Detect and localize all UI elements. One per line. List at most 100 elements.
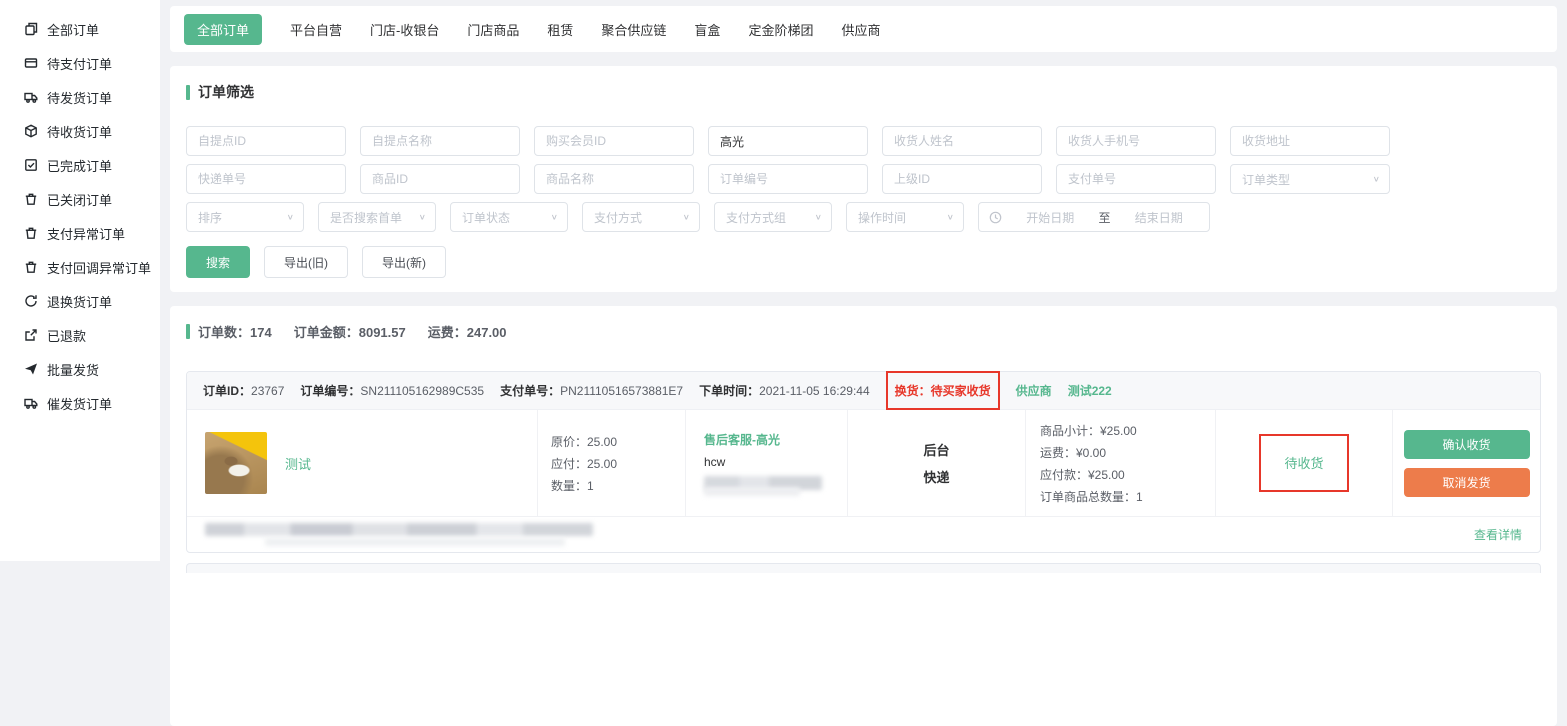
receiver-name-input[interactable]: [882, 126, 1042, 156]
member-id-input[interactable]: [534, 126, 694, 156]
sidebar-item-pending-shipment[interactable]: 待发货订单: [0, 80, 160, 114]
confirm-receipt-button[interactable]: 确认收货: [1404, 430, 1530, 459]
order-count-value: 174: [250, 325, 272, 340]
pending-shipment-truck-icon: [24, 90, 38, 104]
pay-no-field: 支付单号：PN21110516573881E7: [500, 382, 683, 399]
tracking-no-input[interactable]: [186, 164, 346, 194]
completed-check-icon: [24, 158, 38, 172]
service-column: 售后客服-高光 hcw: [685, 410, 847, 516]
view-detail-link[interactable]: 查看详情: [1474, 526, 1522, 543]
redacted-address-line: [205, 523, 593, 536]
tab-platform-self[interactable]: 平台自营: [290, 20, 342, 39]
sidebar-item-label: 已退款: [47, 326, 86, 345]
first-order-select[interactable]: 是否搜索首单 ∨: [318, 202, 436, 232]
sidebar-item-label: 已完成订单: [47, 156, 112, 175]
sidebar-item-pending-payment[interactable]: 待支付订单: [0, 46, 160, 80]
tab-all-orders[interactable]: 全部订单: [184, 14, 262, 45]
parent-id-input[interactable]: [882, 164, 1042, 194]
chevron-down-icon: ∨: [683, 213, 690, 222]
section-accent-bar: [186, 324, 190, 339]
sidebar-item-refunded[interactable]: 已退款: [0, 318, 160, 352]
order-id-field: 订单ID：23767: [203, 382, 284, 399]
sidebar-item-label: 退换货订单: [47, 292, 112, 311]
amount-value: 8091.57: [359, 325, 406, 340]
tab-lease[interactable]: 租赁: [547, 20, 573, 39]
sort-select[interactable]: 排序 ∨: [186, 202, 304, 232]
sidebar-item-closed[interactable]: 已关闭订单: [0, 182, 160, 216]
service-agent-title: 售后客服-高光: [704, 431, 847, 448]
return-refresh-icon: [24, 294, 38, 308]
total-quantity: 订单商品总数量：1: [1040, 488, 1215, 505]
next-order-card-edge: [186, 563, 1541, 573]
pay-no-label: 支付单号：: [500, 384, 560, 398]
redacted-address-blur: [205, 523, 593, 546]
sidebar-item-payment-error[interactable]: 支付异常订单: [0, 216, 160, 250]
product-id-input[interactable]: [360, 164, 520, 194]
sidebar-item-pending-receipt[interactable]: 待收货订单: [0, 114, 160, 148]
sidebar-item-callback-error[interactable]: 支付回调异常订单: [0, 250, 160, 284]
quantity: 数量：1: [551, 477, 685, 494]
receiver-address-input[interactable]: [1230, 126, 1390, 156]
summary-freight: 运费：247.00: [428, 322, 507, 341]
date-end-placeholder: 结束日期: [1119, 209, 1200, 226]
sidebar-item-label: 待支付订单: [47, 54, 112, 73]
filter-row-2: 订单类型 ∨: [186, 164, 1541, 194]
order-status-badge: 待收货: [1284, 456, 1323, 471]
section-accent-bar: [186, 85, 190, 100]
tab-blind-box[interactable]: 盲盒: [694, 20, 720, 39]
pickup-name-input[interactable]: [360, 126, 520, 156]
date-range-picker[interactable]: 开始日期 至 结束日期: [978, 202, 1210, 232]
sidebar-item-label: 已关闭订单: [47, 190, 112, 209]
first-order-select-label: 是否搜索首单: [330, 209, 402, 226]
pay-method-select[interactable]: 支付方式 ∨: [582, 202, 700, 232]
cancel-shipment-button[interactable]: 取消发货: [1404, 468, 1530, 497]
member-keyword-input[interactable]: [708, 126, 868, 156]
op-time-select[interactable]: 操作时间 ∨: [846, 202, 964, 232]
order-no-value: SN211105162989C535: [360, 384, 484, 398]
tab-supplier[interactable]: 供应商: [841, 20, 880, 39]
batch-send-plane-icon: [24, 362, 38, 376]
filter-row-3: 排序 ∨ 是否搜索首单 ∨ 订单状态 ∨ 支付方式 ∨ 支付方式组 ∨ 操作时间…: [186, 202, 1541, 232]
export-new-button[interactable]: 导出(新): [362, 246, 446, 278]
exchange-status-text: 换货：待买家收货: [895, 382, 991, 399]
product-name-input[interactable]: [534, 164, 694, 194]
sidebar-item-label: 待发货订单: [47, 88, 112, 107]
amount-label: 订单金额：: [294, 325, 359, 340]
tab-store-goods[interactable]: 门店商品: [467, 20, 519, 39]
sidebar-item-label: 催发货订单: [47, 394, 112, 413]
pay-method-group-select-label: 支付方式组: [726, 209, 786, 226]
export-old-button[interactable]: 导出(旧): [264, 246, 348, 278]
receiver-phone-input[interactable]: [1056, 126, 1216, 156]
order-type-select-label: 订单类型: [1242, 171, 1290, 188]
tab-supply-chain[interactable]: 聚合供应链: [601, 20, 666, 39]
order-no-input[interactable]: [708, 164, 868, 194]
filter-title: 订单筛选: [198, 82, 254, 102]
freight-total: 运费：¥0.00: [1040, 444, 1215, 461]
tab-store-cashier[interactable]: 门店-收银台: [370, 20, 439, 39]
delivery-column: 后台 快递: [847, 410, 1025, 516]
summary-amount: 订单金额：8091.57: [294, 322, 406, 341]
callback-error-bin-icon: [24, 260, 38, 274]
order-type-select[interactable]: 订单类型 ∨: [1230, 164, 1390, 194]
sidebar-item-urge-shipment[interactable]: 催发货订单: [0, 386, 160, 420]
sidebar-item-completed[interactable]: 已完成订单: [0, 148, 160, 182]
sidebar-item-returns[interactable]: 退换货订单: [0, 284, 160, 318]
payment-no-input[interactable]: [1056, 164, 1216, 194]
tab-deposit-ladder[interactable]: 定金阶梯团: [748, 20, 813, 39]
order-status-select[interactable]: 订单状态 ∨: [450, 202, 568, 232]
goods-subtotal: 商品小计：¥25.00: [1040, 422, 1215, 439]
sidebar-item-label: 批量发货: [47, 360, 99, 379]
search-button[interactable]: 搜索: [186, 246, 250, 278]
product-name-link[interactable]: 测试: [285, 454, 311, 473]
sidebar-item-all-orders[interactable]: 全部订单: [0, 12, 160, 46]
chevron-down-icon: ∨: [947, 213, 954, 222]
sidebar-item-batch-shipment[interactable]: 批量发货: [0, 352, 160, 386]
product-image[interactable]: [205, 432, 267, 494]
pickup-id-input[interactable]: [186, 126, 346, 156]
product-column: 测试: [187, 410, 537, 516]
sort-select-label: 排序: [198, 209, 222, 226]
pay-method-group-select[interactable]: 支付方式组 ∨: [714, 202, 832, 232]
order-summary: 订单数：174 订单金额：8091.57 运费：247.00: [186, 322, 1541, 341]
order-card-header: 订单ID：23767 订单编号：SN211105162989C535 支付单号：…: [187, 372, 1540, 410]
sidebar-item-label: 支付回调异常订单: [47, 258, 151, 277]
